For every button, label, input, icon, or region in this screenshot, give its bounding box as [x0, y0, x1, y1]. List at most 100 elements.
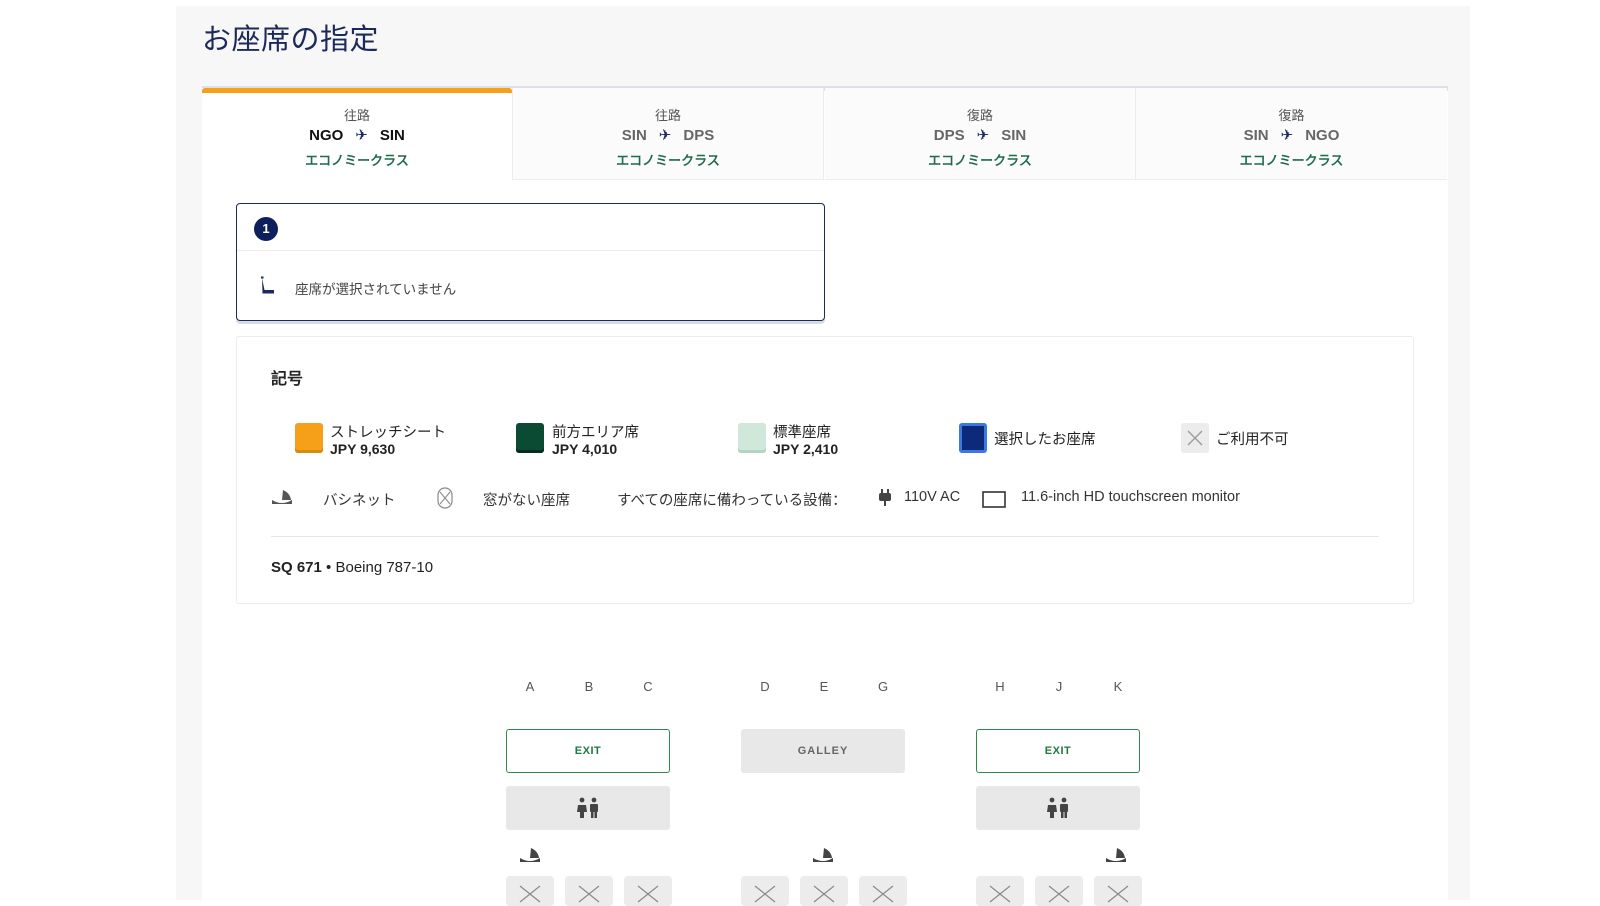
stretch-seat-price: JPY 9,630 [330, 441, 396, 457]
lavatory-left [506, 786, 670, 830]
tab-segment-4[interactable]: 復路 SIN ✈ NGO エコノミークラス [1136, 88, 1447, 180]
seat-unavailable[interactable] [859, 876, 907, 906]
close-icon [872, 885, 894, 903]
column-letter-j: J [1055, 679, 1063, 694]
lavatory-icon [577, 797, 598, 818]
legend-title: 記号 [271, 369, 304, 388]
close-icon [754, 885, 776, 903]
tab-segment-1[interactable]: 往路 NGO ✈ SIN エコノミークラス [202, 88, 513, 180]
tab-cabin-class: エコノミークラス [616, 154, 720, 169]
column-letter-c: C [643, 679, 653, 694]
page-title: お座席の指定 [202, 22, 380, 56]
tab-route: DPS ✈ SIN [825, 126, 1135, 144]
galley: GALLEY [741, 729, 905, 773]
bassinet-icon [1106, 848, 1126, 862]
tab-direction: 復路 [966, 109, 993, 124]
origin-code: DPS [933, 127, 965, 144]
origin-code: SIN [1243, 127, 1269, 144]
destination-code: DPS [683, 127, 715, 144]
selected-seat-swatch [959, 423, 987, 453]
seat-unavailable[interactable] [741, 876, 789, 906]
divider [237, 250, 824, 251]
lavatory-icon [1047, 797, 1068, 818]
amenities-label: すべての座席に備わっている設備： [617, 493, 847, 509]
seat-unavailable[interactable] [1035, 876, 1083, 906]
no-window-label: 窓がない座席 [483, 493, 570, 509]
passenger-card[interactable]: 1 座席が選択されていません [236, 203, 825, 321]
power-plug-icon [879, 489, 891, 506]
standard-seat-swatch [738, 423, 766, 453]
tab-route: SIN ✈ NGO [1136, 126, 1447, 144]
seat-unavailable[interactable] [1094, 876, 1142, 906]
close-icon [1187, 430, 1203, 446]
bassinet-icon [272, 490, 292, 504]
column-letter-a: A [525, 679, 535, 694]
power-label: 110V AC [904, 489, 961, 505]
forward-zone-price: JPY 4,010 [552, 441, 618, 457]
lavatory-right [976, 786, 1140, 830]
seat-status-text: 座席が選択されていません [295, 282, 457, 298]
close-icon [637, 885, 659, 903]
column-letter-g: G [877, 679, 889, 694]
column-letter-d: D [760, 679, 770, 694]
flight-info: SQ 671 • Boeing 787-10 [271, 559, 433, 576]
flight-number: SQ 671 [271, 559, 322, 576]
close-icon [1107, 885, 1129, 903]
close-icon [578, 885, 600, 903]
tab-cabin-class: エコノミークラス [305, 154, 409, 169]
divider [271, 536, 1379, 537]
bassinet-label: バシネット [323, 493, 396, 509]
unavailable-swatch [1181, 423, 1209, 453]
close-icon [1048, 885, 1070, 903]
seat-icon [261, 276, 274, 294]
seat-unavailable[interactable] [624, 876, 672, 906]
forward-zone-label: 前方エリア席 [552, 425, 639, 441]
seat-unavailable[interactable] [506, 876, 554, 906]
stretch-seat-label: ストレッチシート [330, 425, 446, 441]
forward-zone-swatch [516, 423, 544, 453]
plane-icon: ✈ [976, 127, 990, 144]
active-tab-indicator [202, 88, 512, 93]
origin-code: NGO [309, 127, 344, 144]
legend-panel: 記号 ストレッチシート JPY 9,630 前方エリア席 JPY 4,010 標… [236, 336, 1414, 604]
column-letter-h: H [995, 679, 1005, 694]
tab-direction: 往路 [343, 109, 370, 124]
tab-cabin-class: エコノミークラス [1239, 154, 1344, 169]
destination-code: SIN [1001, 127, 1027, 144]
origin-code: SIN [621, 127, 647, 144]
standard-seat-label: 標準座席 [773, 425, 831, 441]
tab-route: SIN ✈ DPS [513, 126, 823, 144]
tab-segment-2[interactable]: 往路 SIN ✈ DPS エコノミークラス [513, 88, 824, 180]
column-letter-b: B [584, 679, 594, 694]
plane-icon: ✈ [658, 127, 672, 144]
destination-code: SIN [379, 127, 405, 144]
separator: • [321, 559, 336, 576]
exit-left: EXIT [506, 729, 670, 773]
close-icon [813, 885, 835, 903]
tab-direction: 復路 [1278, 109, 1305, 124]
passenger-number-badge: 1 [254, 217, 278, 241]
seat-unavailable[interactable] [565, 876, 613, 906]
close-icon [519, 885, 541, 903]
bassinet-icon [813, 848, 833, 862]
close-icon [989, 885, 1011, 903]
tab-direction: 往路 [654, 109, 681, 124]
tab-route: NGO ✈ SIN [202, 126, 512, 144]
no-window-icon [437, 487, 453, 509]
seat-unavailable[interactable] [976, 876, 1024, 906]
monitor-icon [982, 491, 1006, 508]
exit-right: EXIT [976, 729, 1140, 773]
tab-segment-3[interactable]: 復路 DPS ✈ SIN エコノミークラス [825, 88, 1136, 180]
destination-code: NGO [1305, 127, 1340, 144]
column-letter-k: K [1113, 679, 1123, 694]
stretch-seat-swatch [295, 423, 323, 453]
unavailable-label: ご利用不可 [1216, 432, 1289, 448]
tab-cabin-class: エコノミークラス [928, 154, 1032, 169]
plane-icon: ✈ [355, 127, 368, 144]
aircraft-type: Boeing 787-10 [335, 559, 434, 576]
monitor-label: 11.6-inch HD touchscreen monitor [1021, 489, 1240, 505]
plane-icon: ✈ [1280, 127, 1294, 144]
seat-unavailable[interactable] [800, 876, 848, 906]
column-letter-e: E [819, 679, 829, 694]
standard-seat-price: JPY 2,410 [773, 441, 839, 457]
